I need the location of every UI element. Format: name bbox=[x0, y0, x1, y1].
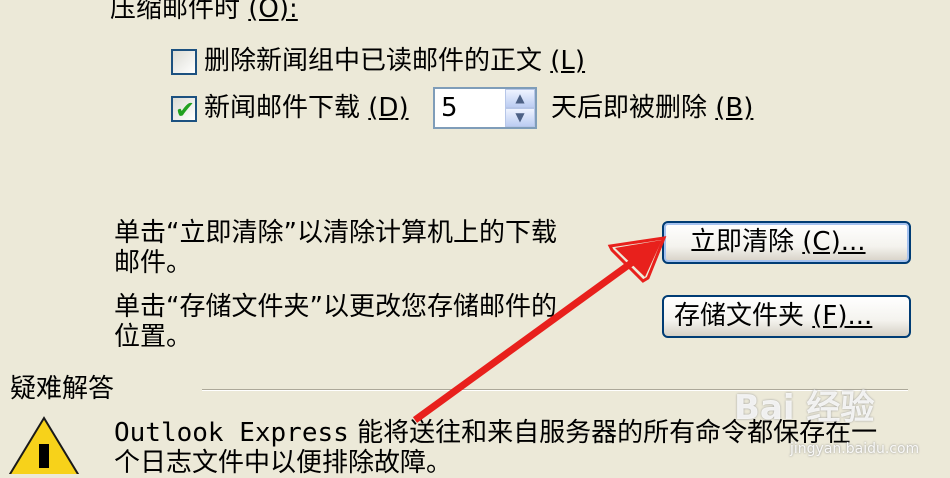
red-arrow-annotation bbox=[412, 236, 667, 423]
